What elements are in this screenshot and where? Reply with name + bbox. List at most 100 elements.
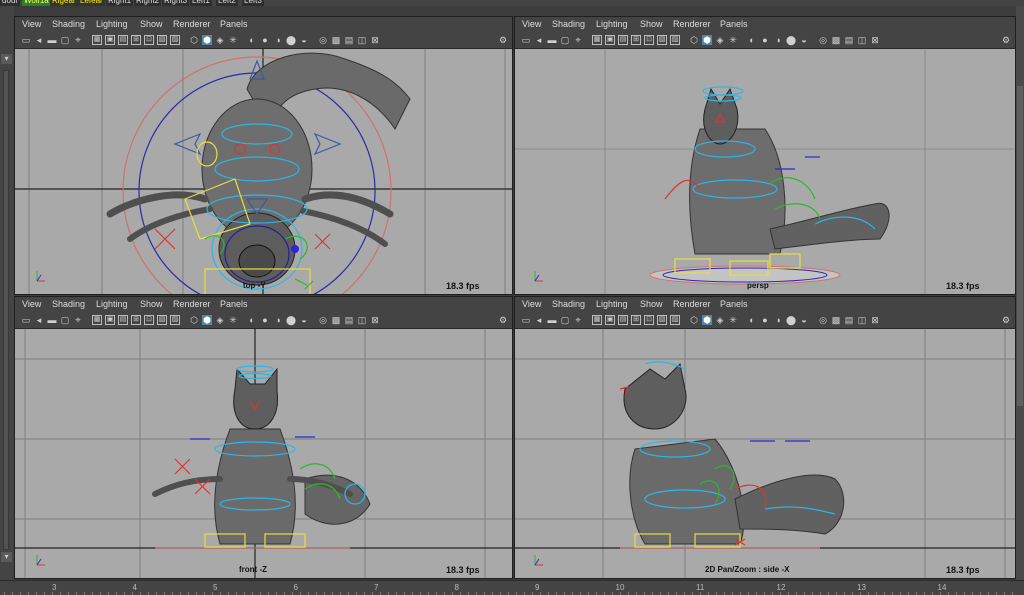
grid-icon[interactable]: ▦ (592, 315, 602, 325)
safe-title-icon[interactable]: ▨ (670, 35, 680, 45)
smooth-shade-icon[interactable]: ⬢ (702, 315, 712, 325)
xray-joints-icon[interactable]: ▤ (344, 315, 354, 325)
lights-icon[interactable]: ✳ (228, 35, 238, 45)
shadows-icon[interactable]: ◐ (747, 315, 757, 325)
backface-icon[interactable]: ◫ (357, 35, 367, 45)
anti-alias-icon[interactable]: ⬤ (286, 35, 296, 45)
collapse-arrow-icon[interactable]: ▾ (1, 552, 12, 562)
menu-shading[interactable]: Shading (552, 19, 585, 29)
snapshot-icon[interactable]: ⌖ (573, 315, 583, 325)
layer-tag[interactable]: Wolf1a (22, 0, 51, 6)
layer-tag[interactable]: Right2 (134, 0, 162, 6)
field-chart-icon[interactable]: ⊡ (644, 35, 654, 45)
menu-renderer[interactable]: Renderer (673, 19, 711, 29)
menu-view[interactable]: View (522, 299, 541, 309)
safe-title-icon[interactable]: ▨ (670, 315, 680, 325)
field-chart-icon[interactable]: ⊡ (144, 35, 154, 45)
viewport-panel-front[interactable]: View Shading Lighting Show Renderer Panels ▭ ◂… (14, 296, 513, 579)
menu-panels[interactable]: Panels (720, 299, 748, 309)
safe-action-icon[interactable]: ▧ (657, 315, 667, 325)
menu-lighting[interactable]: Lighting (596, 299, 628, 309)
camera-icon[interactable]: ▭ (21, 315, 31, 325)
bookmark-icon[interactable]: ▬ (547, 315, 557, 325)
exposure-icon[interactable]: ⊠ (870, 35, 880, 45)
gate-mask-icon[interactable]: ⊞ (631, 315, 641, 325)
menu-show[interactable]: Show (140, 299, 163, 309)
isolate-icon[interactable]: ◎ (818, 315, 828, 325)
shadows-icon[interactable]: ◐ (247, 35, 257, 45)
exposure-icon[interactable]: ⊠ (370, 35, 380, 45)
anti-alias-icon[interactable]: ⬤ (286, 315, 296, 325)
viewport-side[interactable]: 2D Pan/Zoom : side -X 18.3 fps (515, 329, 1015, 578)
gate-mask-icon[interactable]: ⊞ (131, 315, 141, 325)
anti-alias-icon[interactable]: ⬤ (786, 35, 796, 45)
motion-blur-icon[interactable]: ◑ (273, 35, 283, 45)
menu-panels[interactable]: Panels (220, 19, 248, 29)
isolate-icon[interactable]: ◎ (318, 35, 328, 45)
gate-mask-icon[interactable]: ⊞ (631, 35, 641, 45)
exposure-icon[interactable]: ⊠ (870, 315, 880, 325)
menu-shading[interactable]: Shading (52, 19, 85, 29)
backface-icon[interactable]: ◫ (857, 35, 867, 45)
viewport-panel-top[interactable]: View Shading Lighting Show Renderer Panels ▭ ◂… (14, 16, 513, 295)
depth-of-field-icon[interactable]: ◒ (799, 315, 809, 325)
isolate-icon[interactable]: ◎ (318, 315, 328, 325)
safe-action-icon[interactable]: ▧ (657, 35, 667, 45)
field-chart-icon[interactable]: ⊡ (144, 315, 154, 325)
shadows-icon[interactable]: ◐ (747, 35, 757, 45)
settings-icon[interactable]: ⚙ (1001, 315, 1011, 325)
menu-lighting[interactable]: Lighting (596, 19, 628, 29)
textured-icon[interactable]: ◈ (215, 315, 225, 325)
settings-icon[interactable]: ⚙ (498, 35, 508, 45)
image-plane-icon[interactable]: ▢ (560, 315, 570, 325)
resolution-gate-icon[interactable]: ▤ (118, 35, 128, 45)
image-plane-icon[interactable]: ▢ (60, 315, 70, 325)
menu-show[interactable]: Show (640, 19, 663, 29)
smooth-shade-icon[interactable]: ⬢ (702, 35, 712, 45)
backface-icon[interactable]: ◫ (857, 315, 867, 325)
menu-panels[interactable]: Panels (220, 299, 248, 309)
right-scrollbar[interactable] (1016, 6, 1024, 580)
resolution-gate-icon[interactable]: ▤ (618, 315, 628, 325)
image-plane-icon[interactable]: ▢ (60, 35, 70, 45)
left-scroll-track[interactable] (3, 70, 9, 550)
menu-lighting[interactable]: Lighting (96, 299, 128, 309)
menu-renderer[interactable]: Renderer (173, 19, 211, 29)
viewport-persp[interactable]: persp 18.3 fps (515, 49, 1015, 294)
wireframe-icon[interactable]: ⬡ (189, 315, 199, 325)
layer-tag[interactable]: Lefear (78, 0, 105, 6)
exposure-icon[interactable]: ⊠ (370, 315, 380, 325)
layer-tag[interactable]: Rigear (50, 0, 78, 6)
viewport-top[interactable]: top -Y 18.3 fps (15, 49, 512, 294)
film-gate-icon[interactable]: ▣ (105, 315, 115, 325)
textured-icon[interactable]: ◈ (715, 315, 725, 325)
safe-title-icon[interactable]: ▨ (170, 35, 180, 45)
menu-view[interactable]: View (22, 19, 41, 29)
menu-shading[interactable]: Shading (52, 299, 85, 309)
safe-action-icon[interactable]: ▧ (157, 315, 167, 325)
bookmark-icon[interactable]: ▬ (47, 35, 57, 45)
xray-icon[interactable]: ▩ (331, 35, 341, 45)
snapshot-icon[interactable]: ⌖ (73, 35, 83, 45)
bookmark-icon[interactable]: ▬ (47, 315, 57, 325)
lights-icon[interactable]: ✳ (728, 315, 738, 325)
resolution-gate-icon[interactable]: ▤ (118, 315, 128, 325)
bookmark-icon[interactable]: ▬ (547, 35, 557, 45)
resolution-gate-icon[interactable]: ▤ (618, 35, 628, 45)
xray-icon[interactable]: ▩ (831, 35, 841, 45)
ambient-occlusion-icon[interactable]: ● (260, 315, 270, 325)
lights-icon[interactable]: ✳ (728, 35, 738, 45)
grid-icon[interactable]: ▦ (92, 315, 102, 325)
motion-blur-icon[interactable]: ◑ (273, 315, 283, 325)
viewport-panel-side[interactable]: View Shading Lighting Show Renderer Panels ▭ ◂… (514, 296, 1016, 579)
camera-select-icon[interactable]: ◂ (34, 35, 44, 45)
textured-icon[interactable]: ◈ (215, 35, 225, 45)
layer-tag[interactable]: Left1 (190, 0, 212, 6)
layer-tag[interactable]: Right1 (106, 0, 134, 6)
gate-mask-icon[interactable]: ⊞ (131, 35, 141, 45)
snapshot-icon[interactable]: ⌖ (73, 315, 83, 325)
layer-tag[interactable]: Left3 (242, 0, 264, 6)
menu-lighting[interactable]: Lighting (96, 19, 128, 29)
lights-icon[interactable]: ✳ (228, 315, 238, 325)
menu-show[interactable]: Show (640, 299, 663, 309)
